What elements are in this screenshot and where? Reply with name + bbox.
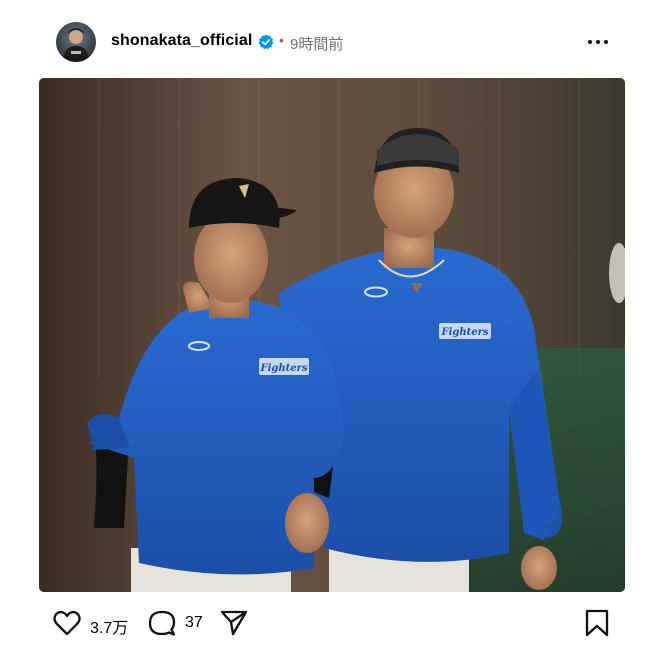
comment-count[interactable]: 37 (185, 614, 203, 632)
like-count[interactable]: 3.7万 (90, 614, 128, 638)
paper-plane-icon[interactable] (219, 608, 249, 638)
post-actions-bar: 3.7万 37 (0, 600, 668, 650)
bookmark-icon[interactable] (582, 608, 612, 638)
more-options-icon[interactable] (586, 32, 610, 52)
separator-dot: • (279, 32, 284, 48)
post-time[interactable]: 9時間前 (290, 33, 343, 54)
jersey-text-left: Fighters (259, 363, 307, 374)
post-header: shonakata_official • 9時間前 (0, 0, 668, 80)
post-photo[interactable]: Fighters Fighters (39, 78, 625, 592)
comment-bubble-icon[interactable] (147, 608, 177, 638)
verified-badge-icon (258, 34, 274, 50)
username-link[interactable]: shonakata_official (111, 32, 252, 50)
jersey-text-right: Fighters (440, 327, 488, 338)
profile-avatar[interactable] (56, 22, 96, 62)
heart-icon[interactable] (52, 608, 82, 638)
